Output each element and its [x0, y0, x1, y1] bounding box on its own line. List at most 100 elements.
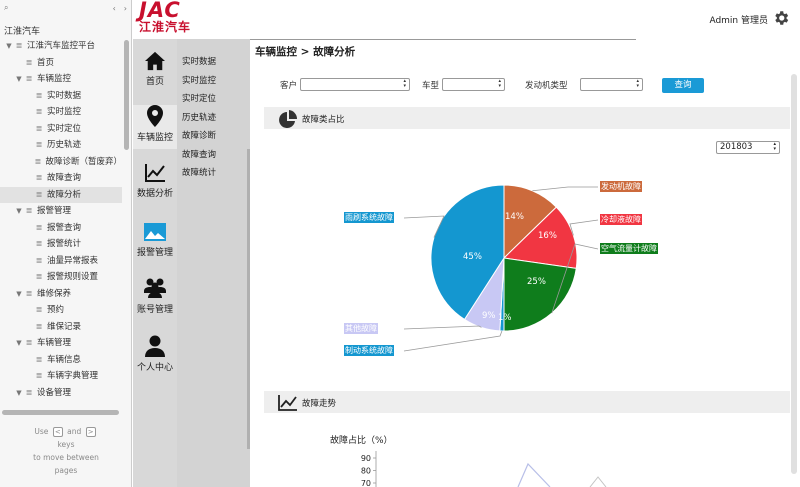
outline-item-label: 维修保养 [37, 288, 72, 299]
outline-item-label: 实时定位 [47, 123, 82, 134]
pie-legend-label: 雨刷系统故障 [344, 212, 394, 223]
page-icon: ≣ [35, 222, 43, 232]
outline-item[interactable]: ≣ 报警规则设置 [0, 269, 122, 286]
expand-toggle-icon[interactable]: ▼ [14, 203, 24, 220]
main-content: 车辆监控 > 故障分析 客户 车型 发动机类型 查询 故障类占比 201803 … [250, 39, 800, 487]
outline-item[interactable]: ≣ 故障诊断（暂废弃） [0, 154, 122, 171]
page-icon: ≣ [25, 206, 33, 215]
subnav-fault-query[interactable]: 故障查询 [177, 146, 250, 165]
outline-item-label: 历史轨迹 [47, 140, 82, 150]
page-icon: ≣ [35, 107, 43, 116]
nav-personal-center[interactable]: 个人中心 [133, 335, 177, 375]
main-scrollbar[interactable] [790, 74, 798, 484]
page-outline-panel: ⌕ ‹ › 江淮汽车 ▼ ≣ 江淮汽车监控平台 ≣ 首页 ▼ ≣ 车辆监控 ≣ 实时数据 ≣ 实时监控… [0, 0, 132, 487]
outline-item-label: 故障诊断（暂废弃） [45, 156, 122, 167]
page-icon: ≣ [35, 90, 43, 100]
outline-item-label: 报警规则设置 [47, 272, 99, 282]
outline-item[interactable]: ▼ ≣ 设备管理 [0, 385, 122, 402]
secondary-nav: 实时数据 实时监控 实时定位 历史轨迹 故障诊断 故障查询 故障统计 [177, 39, 250, 487]
pie-legend-label: 冷却液故障 [600, 214, 642, 225]
pie-percent-label: 1% [498, 313, 512, 323]
primary-nav: 首页 车辆监控 数据分析 报警管理 账号管理 个人中心 [133, 39, 177, 487]
page-icon: ≣ [35, 255, 43, 265]
outline-item[interactable]: ▼ ≣ 车辆监控 [0, 71, 122, 88]
outline-item[interactable]: ≣ 故障查询 [0, 170, 122, 187]
image-icon [144, 223, 166, 241]
subnav-realtime-location[interactable]: 实时定位 [177, 90, 250, 109]
page-icon: ≣ [35, 272, 43, 281]
page-icon: ≣ [25, 74, 33, 83]
prev-page-icon[interactable]: ‹ [113, 4, 116, 13]
outline-item[interactable]: ▼ ≣ 车辆管理 [0, 335, 122, 352]
page-icon: ≣ [25, 288, 33, 298]
left-key-icon: < [52, 427, 63, 437]
search-icon[interactable]: ⌕ [4, 3, 8, 13]
page-icon: ≣ [35, 140, 43, 149]
outline-item[interactable]: ≣ 首页 [0, 55, 122, 72]
outline-item-label: 车辆信息 [47, 354, 82, 365]
jac-logo: JAC 江淮汽车 [139, 0, 192, 34]
outline-item[interactable]: ≣ 报警统计 [0, 236, 122, 253]
outline-item-label: 维保记录 [47, 321, 82, 332]
expand-toggle-icon[interactable]: ▼ [14, 286, 24, 303]
subnav-fault-stats[interactable]: 故障统计 [177, 164, 250, 183]
subnav-realtime-data[interactable]: 实时数据 [177, 53, 250, 72]
outline-item[interactable]: ≣ 实时监控 [0, 104, 122, 121]
user-name[interactable]: Admin 管理员 [709, 13, 768, 26]
outline-item[interactable]: ▼ ≣ 江淮汽车监控平台 [0, 38, 122, 55]
subnav-fault-diagnosis[interactable]: 故障诊断 [177, 127, 250, 146]
users-icon [144, 278, 166, 298]
outline-item-label: 首页 [37, 57, 55, 68]
page-icon: ≣ [25, 57, 33, 67]
outline-item[interactable]: ≣ 维保记录 [0, 319, 122, 336]
subnav-realtime-monitor[interactable]: 实时监控 [177, 72, 250, 91]
expand-toggle-icon[interactable]: ▼ [14, 71, 24, 88]
nav-vehicle-monitor[interactable]: 车辆监控 [133, 105, 177, 149]
outline-item-label: 报警统计 [47, 239, 82, 249]
pie-legend-label: 发动机故障 [600, 181, 642, 192]
trend-series-line [589, 476, 607, 487]
nav-account-management[interactable]: 账号管理 [133, 277, 177, 317]
outline-item[interactable]: ≣ 预约 [0, 302, 122, 319]
outline-item[interactable]: ▼ ≣ 维修保养 [0, 286, 122, 303]
nav-home[interactable]: 首页 [133, 51, 177, 99]
outline-item[interactable]: ≣ 实时数据 [0, 88, 122, 105]
next-page-icon[interactable]: › [124, 4, 127, 13]
nav-alarm-management[interactable]: 报警管理 [133, 222, 177, 262]
outline-item[interactable]: ≣ 历史轨迹 [0, 137, 122, 154]
expand-toggle-icon[interactable]: ▼ [14, 335, 24, 352]
outline-horizontal-scrollbar[interactable] [2, 410, 119, 415]
page-icon: ≣ [35, 189, 43, 199]
gear-icon[interactable] [772, 9, 790, 27]
outline-item-label: 实时数据 [47, 90, 82, 101]
outline-item[interactable]: ≣ 油量异常报表 [0, 253, 122, 270]
outline-item[interactable]: ≣ 故障分析 [0, 186, 122, 203]
outline-item-label: 车辆监控 [37, 74, 72, 84]
outline-item-label: 设备管理 [37, 387, 72, 398]
home-icon [145, 51, 165, 71]
outline-item-label: 报警管理 [37, 206, 72, 216]
app-window: JAC 江淮汽车 Admin 管理员 首页 车辆监控 数据分析 报警管理 账号管… [133, 0, 800, 487]
trend-y-tick-label: 80 [361, 467, 371, 476]
outline-item[interactable]: ≣ 实时定位 [0, 121, 122, 138]
trend-y-tick-label: 90 [361, 454, 371, 463]
outline-toolbar: ⌕ ‹ › [0, 0, 131, 16]
subnav-history-track[interactable]: 历史轨迹 [177, 109, 250, 128]
trend-y-tick-label: 70 [361, 479, 371, 487]
nav-data-analysis[interactable]: 数据分析 [133, 163, 177, 203]
outline-item[interactable]: ≣ 报警查询 [0, 220, 122, 237]
page-icon: ≣ [35, 354, 43, 364]
outline-scrollbar[interactable] [124, 40, 129, 405]
outline-item[interactable]: ≣ 车辆信息 [0, 352, 122, 369]
expand-toggle-icon[interactable]: ▼ [14, 385, 24, 402]
outline-item-label: 报警查询 [47, 222, 82, 233]
outline-item[interactable]: ▼ ≣ 报警管理 [0, 203, 122, 220]
fault-trend-chart: 故障占比（%） 90 80 70 [330, 434, 607, 487]
outline-item[interactable]: ≣ 车辆字典管理 [0, 368, 122, 385]
expand-toggle-icon[interactable]: ▼ [4, 38, 14, 55]
outline-item-label: 油量异常报表 [47, 255, 99, 266]
pie-percent-label: 16% [538, 231, 557, 241]
page-icon: ≣ [15, 41, 23, 50]
outline-item-label: 江淮汽车监控平台 [27, 41, 96, 51]
page-icon: ≣ [25, 387, 33, 397]
